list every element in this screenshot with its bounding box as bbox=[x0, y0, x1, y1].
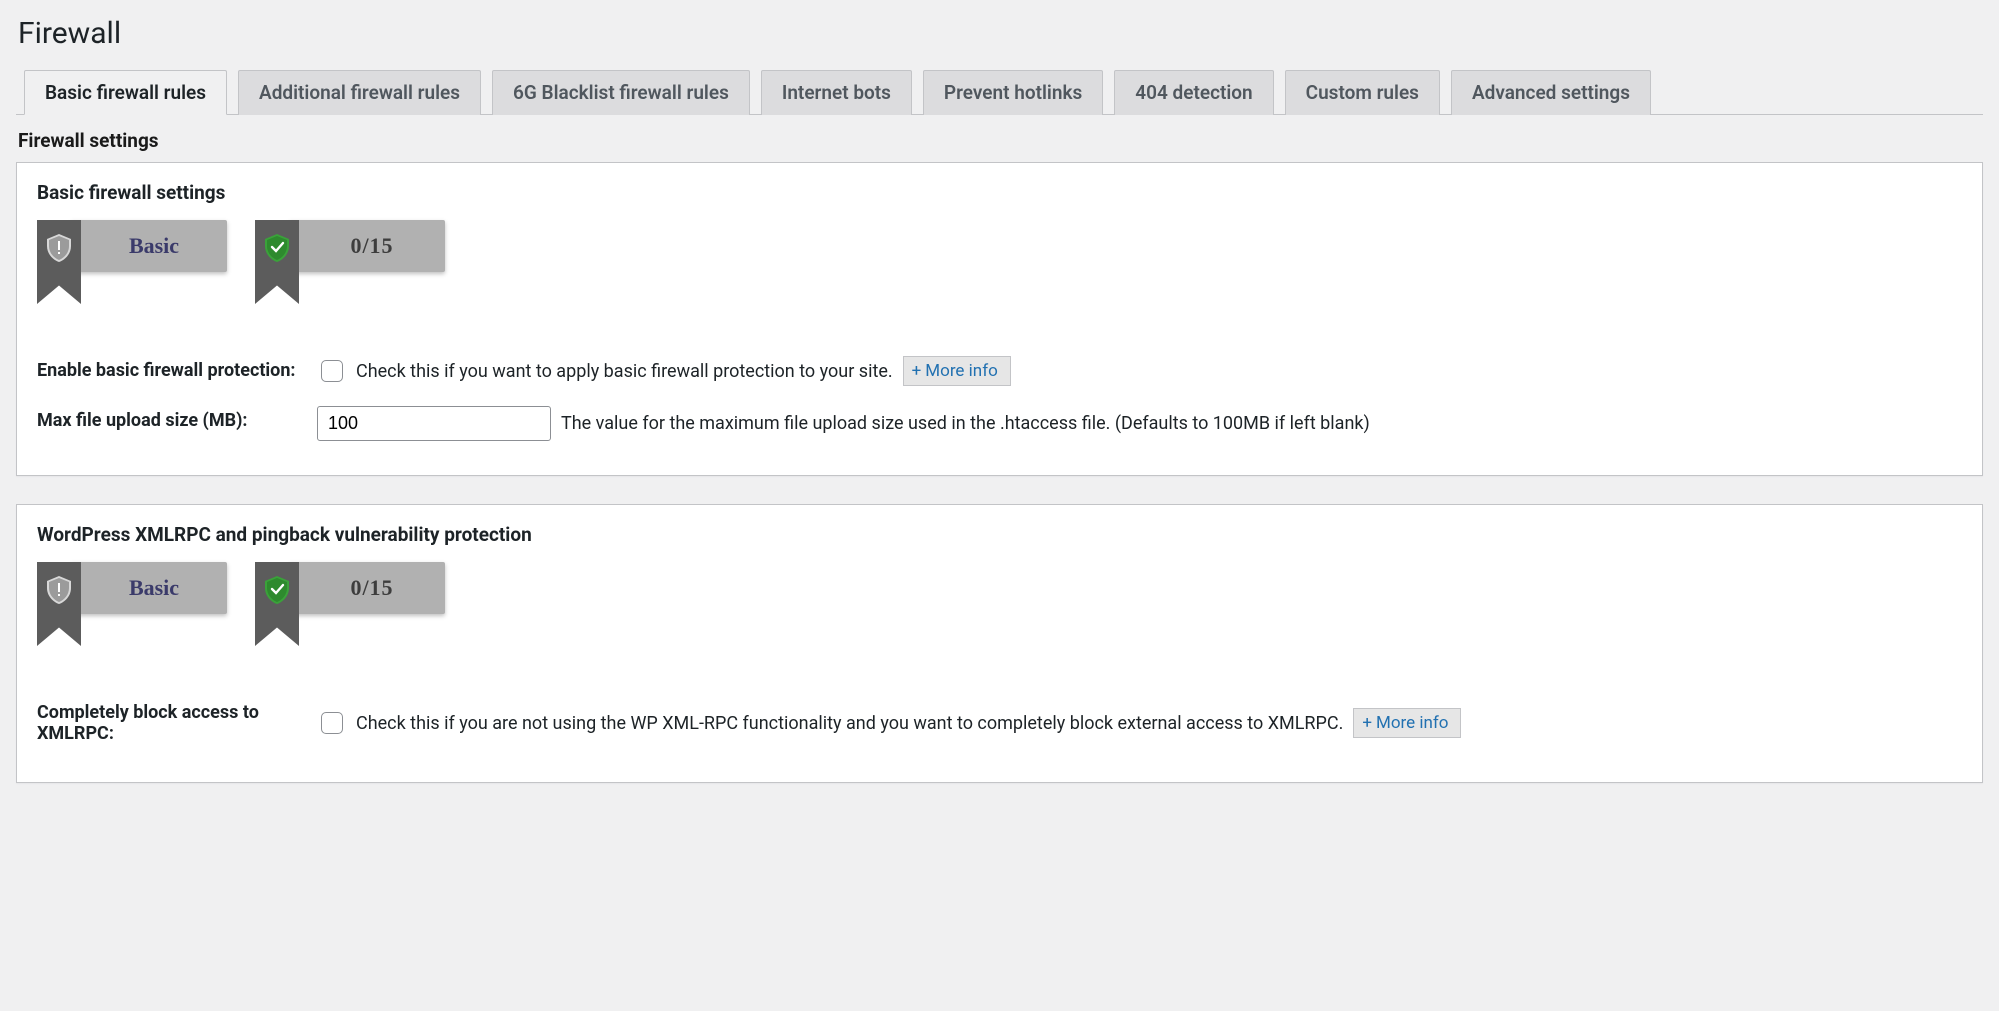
xmlrpc-protection-box: WordPress XMLRPC and pingback vulnerabil… bbox=[16, 504, 1983, 783]
plus-icon: + bbox=[912, 361, 922, 381]
page-title: Firewall bbox=[18, 16, 1983, 51]
enable-basic-firewall-description: Check this if you want to apply basic fi… bbox=[356, 361, 893, 382]
tab-6g-blacklist[interactable]: 6G Blacklist firewall rules bbox=[492, 70, 750, 115]
plus-icon: + bbox=[1362, 713, 1372, 733]
more-info-label: More info bbox=[1376, 713, 1449, 733]
score-badge: 0/15 bbox=[255, 220, 445, 306]
tab-custom-rules[interactable]: Custom rules bbox=[1285, 70, 1440, 115]
section-heading: Firewall settings bbox=[18, 129, 1983, 152]
ribbon bbox=[255, 220, 299, 304]
level-badge: Basic bbox=[37, 220, 227, 306]
badge-row: Basic 0/15 bbox=[37, 220, 1962, 306]
max-upload-description: The value for the maximum file upload si… bbox=[561, 413, 1370, 434]
ribbon bbox=[255, 562, 299, 646]
max-upload-input[interactable] bbox=[317, 406, 551, 441]
level-badge-label: Basic bbox=[71, 220, 227, 272]
level-badge-label: Basic bbox=[71, 562, 227, 614]
tab-advanced-settings[interactable]: Advanced settings bbox=[1451, 70, 1651, 115]
level-badge: Basic bbox=[37, 562, 227, 648]
shield-check-icon bbox=[265, 576, 289, 604]
shield-alert-icon bbox=[47, 576, 71, 604]
badge-row: Basic 0/15 bbox=[37, 562, 1962, 648]
block-xmlrpc-checkbox[interactable] bbox=[321, 712, 343, 734]
block-xmlrpc-description: Check this if you are not using the WP X… bbox=[356, 713, 1343, 734]
enable-basic-firewall-checkbox[interactable] bbox=[321, 360, 343, 382]
tab-basic-firewall-rules[interactable]: Basic firewall rules bbox=[24, 70, 227, 115]
score-badge-label: 0/15 bbox=[289, 220, 445, 272]
more-info-button[interactable]: + More info bbox=[1353, 708, 1461, 738]
more-info-label: More info bbox=[925, 361, 998, 381]
score-badge: 0/15 bbox=[255, 562, 445, 648]
box-title: Basic firewall settings bbox=[37, 181, 1962, 204]
block-xmlrpc-label: Completely block access to XMLRPC: bbox=[37, 688, 317, 758]
tab-prevent-hotlinks[interactable]: Prevent hotlinks bbox=[923, 70, 1103, 115]
tab-bar: Basic firewall rules Additional firewall… bbox=[16, 69, 1983, 115]
shield-alert-icon bbox=[47, 234, 71, 262]
box-title: WordPress XMLRPC and pingback vulnerabil… bbox=[37, 523, 1962, 546]
more-info-button[interactable]: + More info bbox=[903, 356, 1011, 386]
enable-basic-firewall-label: Enable basic firewall protection: bbox=[37, 346, 317, 396]
ribbon bbox=[37, 562, 81, 646]
tab-404-detection[interactable]: 404 detection bbox=[1114, 70, 1273, 115]
score-badge-label: 0/15 bbox=[289, 562, 445, 614]
tab-additional-firewall-rules[interactable]: Additional firewall rules bbox=[238, 70, 481, 115]
shield-check-icon bbox=[265, 234, 289, 262]
max-upload-label: Max file upload size (MB): bbox=[37, 396, 317, 451]
ribbon bbox=[37, 220, 81, 304]
tab-internet-bots[interactable]: Internet bots bbox=[761, 70, 912, 115]
basic-firewall-settings-box: Basic firewall settings Basic bbox=[16, 162, 1983, 476]
